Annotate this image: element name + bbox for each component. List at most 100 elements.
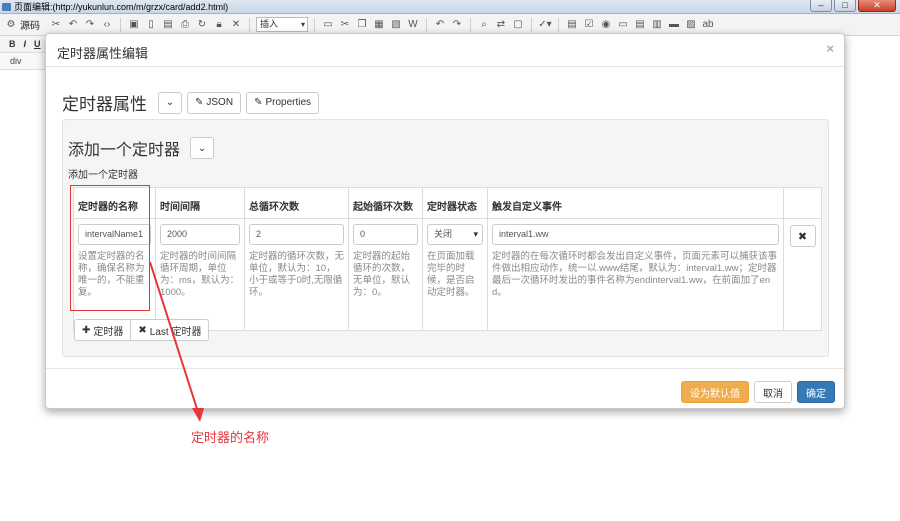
- spellcheck-icon[interactable]: ✓▾: [538, 18, 552, 32]
- dialog-title: 定时器属性编辑: [57, 46, 149, 61]
- pencil-icon: ✎: [195, 97, 204, 108]
- redo2-icon[interactable]: ↷: [450, 18, 464, 32]
- delete-row-button[interactable]: ✖: [789, 225, 816, 247]
- paste-word-icon[interactable]: W: [406, 18, 420, 32]
- total-cell: 2 定时器的循环次数，无单位，默认为：10，小于或等于0时,无限循环。: [244, 218, 349, 331]
- replace-icon[interactable]: ⇄: [494, 18, 508, 32]
- col-name-header: 定时器的名称: [73, 187, 156, 219]
- remove-last-timer-label: Last 定时器: [149, 326, 202, 338]
- timer-panel: 添加一个定时器 ⌄ 添加一个定时器 定时器的名称 时间间隔 总循环次数 起始循环…: [62, 119, 829, 357]
- toolbar-divider: [531, 17, 532, 32]
- total-loops-input[interactable]: 2: [249, 224, 344, 245]
- add-timer-button[interactable]: ✚ 定时器: [74, 319, 132, 341]
- minimize-button[interactable]: –: [810, 0, 832, 12]
- insert-select[interactable]: 插入: [256, 17, 308, 32]
- total-loops-help: 定时器的循环次数，无单位，默认为：10，小于或等于0时,无限循环。: [249, 251, 345, 298]
- new-page-icon[interactable]: ▯: [144, 18, 158, 32]
- cut-icon[interactable]: ✂: [49, 18, 63, 32]
- form-icon[interactable]: ▤: [565, 18, 579, 32]
- preview-icon[interactable]: ▤: [161, 18, 175, 32]
- remove-last-timer-button[interactable]: ✖ Last 定时器: [131, 319, 210, 341]
- table-row: intervalName1 设置定时器的名称，确保名称为唯一的，不能重复。 20…: [73, 218, 822, 331]
- image-button-icon[interactable]: ▨: [684, 18, 698, 32]
- ok-button[interactable]: 确定: [797, 381, 835, 403]
- dialog-close-button[interactable]: ×: [826, 41, 834, 56]
- copy-icon[interactable]: ❐: [355, 18, 369, 32]
- event-input[interactable]: interval1.ww: [492, 224, 779, 245]
- close-icon: ✖: [138, 324, 147, 336]
- toolbar-divider: [558, 17, 559, 32]
- event-cell: interval1.ww 定时器的在每次循环时都会发出自定义事件，页面元素可以捕…: [487, 218, 784, 331]
- button-icon[interactable]: ▬: [667, 18, 681, 32]
- cancel-button[interactable]: 取消: [754, 381, 792, 403]
- app-icon: [2, 3, 11, 11]
- undo2-icon[interactable]: ↶: [433, 18, 447, 32]
- section-toggle-button[interactable]: ⌄: [158, 91, 182, 114]
- timer-properties-dialog: 定时器属性编辑 × 定时器属性 ⌄ ✎ JSON ✎ Properties 添加…: [45, 33, 845, 409]
- set-default-button[interactable]: 设为默认值: [681, 381, 749, 403]
- col-interval-header: 时间间隔: [155, 187, 245, 219]
- start-loop-help: 定时器的起始循环的次数，无单位，默认为：0。: [353, 251, 411, 298]
- timer-table: 定时器的名称 时间间隔 总循环次数 起始循环次数 定时器状态 触发自定义事件 i…: [73, 187, 822, 331]
- pencil-icon: ✎: [254, 97, 263, 108]
- code-icon[interactable]: ‹›: [100, 18, 114, 32]
- clear-icon[interactable]: ✕: [229, 18, 243, 32]
- timer-name-input[interactable]: intervalName1: [78, 224, 151, 245]
- dialog-footer: 设为默认值 取消 确定: [46, 368, 844, 410]
- paste-text-icon[interactable]: ▧: [389, 18, 403, 32]
- status-cell: 关闭 在页面加载完毕的时候，是否启动定时器。: [422, 218, 488, 331]
- properties-label: Properties: [265, 97, 312, 108]
- maximize-button[interactable]: □: [834, 0, 856, 12]
- radio-icon[interactable]: ◉: [599, 18, 613, 32]
- refresh-icon[interactable]: ↻: [195, 18, 209, 32]
- toolbar-divider: [120, 17, 121, 32]
- hidden-field-icon[interactable]: ab: [701, 18, 715, 32]
- textfield-icon[interactable]: ▭: [616, 18, 630, 32]
- col-actions-header: [783, 187, 822, 219]
- window-controls: – □ ✕: [810, 0, 896, 12]
- cut2-icon[interactable]: ✂: [338, 18, 352, 32]
- select-all-icon[interactable]: ▢: [511, 18, 525, 32]
- source-button[interactable]: ⚙ 源码: [4, 17, 40, 32]
- col-start-header: 起始循环次数: [348, 187, 423, 219]
- timer-name-help: 设置定时器的名称，确保名称为唯一的，不能重复。: [78, 251, 145, 298]
- textarea-icon[interactable]: ▤: [633, 18, 647, 32]
- properties-button[interactable]: ✎ Properties: [246, 91, 320, 114]
- add-timer-label: 定时器: [93, 326, 124, 338]
- name-cell: intervalName1 设置定时器的名称，确保名称为唯一的，不能重复。: [73, 218, 156, 331]
- section-header: 定时器属性 ⌄ ✎ JSON ✎ Properties: [62, 90, 320, 115]
- select-icon[interactable]: ▥: [650, 18, 664, 32]
- panel-toggle-button[interactable]: ⌄: [190, 137, 215, 159]
- event-help: 定时器的在每次循环时都会发出自定义事件，页面元素可以捕获该事件做出相应动作，统一…: [492, 251, 778, 298]
- section-title: 定时器属性: [62, 95, 147, 114]
- source-label: 源码: [20, 21, 40, 32]
- chevron-down-icon: ⌄: [197, 142, 207, 154]
- panel-title: 添加一个定时器: [68, 142, 181, 159]
- col-status-header: 定时器状态: [422, 187, 488, 219]
- actions-cell: ✖: [783, 218, 822, 331]
- lock-icon[interactable]: 🔒︎: [212, 18, 226, 32]
- window-title: 页面编辑:(http://yukunlun.com/m/grzx/card/ad…: [14, 2, 229, 12]
- undo-icon[interactable]: ↶: [66, 18, 80, 32]
- status-select[interactable]: 关闭: [427, 224, 483, 245]
- toolbar-divider: [470, 17, 471, 32]
- close-icon: ✖: [797, 230, 808, 243]
- checkbox-icon[interactable]: ☑: [582, 18, 596, 32]
- interval-cell: 2000 定时器的时间间隔循环周期，单位为：ms，默认为：1000。: [155, 218, 245, 331]
- document-icon[interactable]: ▭: [321, 18, 335, 32]
- plus-icon: ✚: [82, 324, 91, 336]
- dialog-header: 定时器属性编辑 ×: [46, 34, 844, 67]
- redo-icon[interactable]: ↷: [83, 18, 97, 32]
- toolbar-divider: [426, 17, 427, 32]
- paste-icon[interactable]: ▦: [372, 18, 386, 32]
- table-header-row: 定时器的名称 时间间隔 总循环次数 起始循环次数 定时器状态 触发自定义事件: [73, 187, 822, 219]
- print-icon[interactable]: ⎙: [178, 18, 192, 32]
- close-window-button[interactable]: ✕: [858, 0, 896, 12]
- save-icon[interactable]: ▣: [127, 18, 141, 32]
- find-icon[interactable]: ⌕: [477, 18, 491, 32]
- json-button[interactable]: ✎ JSON: [187, 91, 242, 114]
- add-timer-group: ✚ 定时器 ✖ Last 定时器: [74, 319, 210, 341]
- interval-input[interactable]: 2000: [160, 224, 240, 245]
- annotation-label: 定时器的名称: [191, 430, 270, 445]
- start-loop-input[interactable]: 0: [353, 224, 418, 245]
